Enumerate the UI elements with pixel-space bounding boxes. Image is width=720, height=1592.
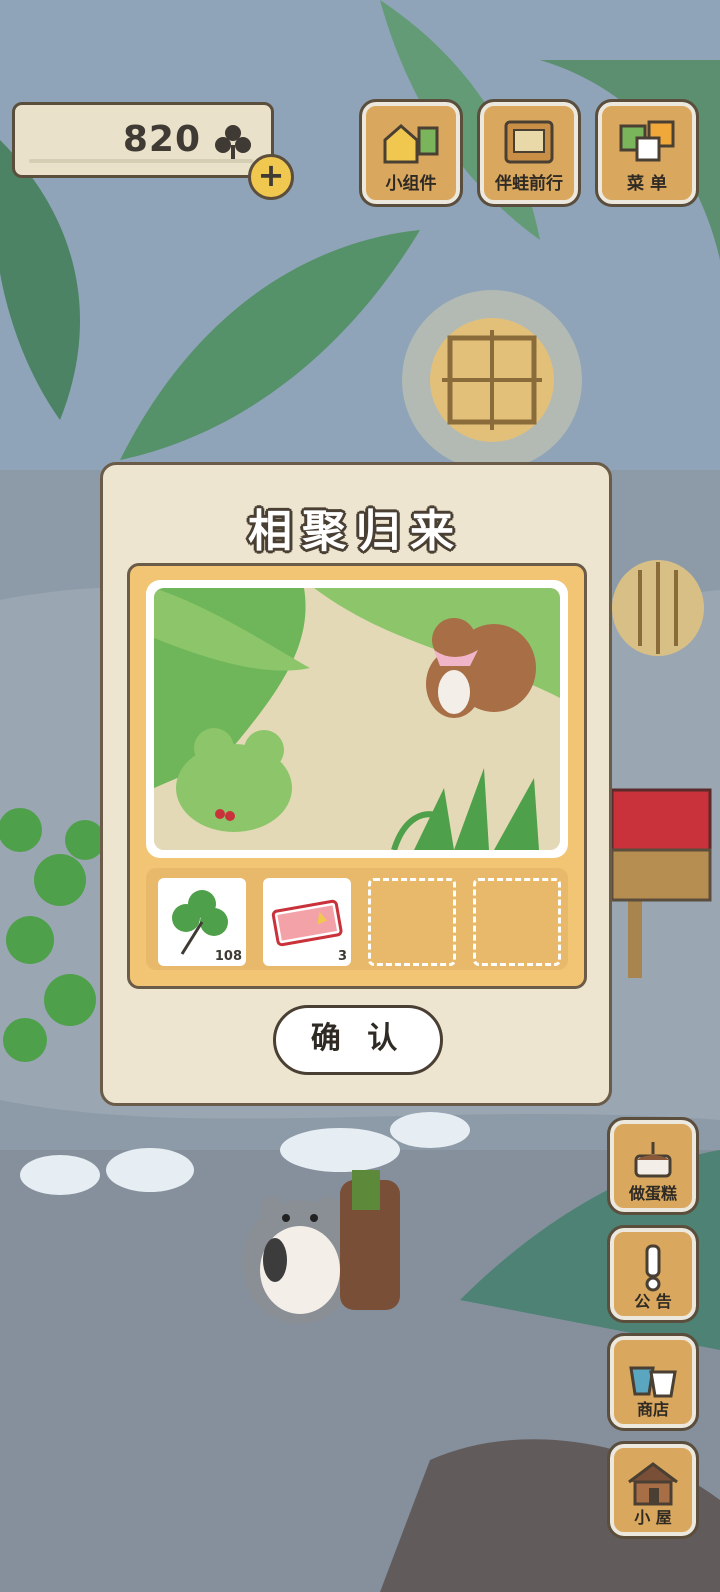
make-cake-button[interactable]: 做蛋糕 [607,1117,699,1215]
shop-label: 商店 [636,1400,669,1419]
house-button[interactable]: 小 屋 [607,1441,699,1539]
shop-button[interactable]: 商店 [607,1333,699,1431]
bags-icon [629,1366,677,1398]
clover-icon [215,125,251,161]
clover-count: 820 [122,119,201,160]
book-icon [504,120,554,164]
reward-slots: 108 3 [146,868,568,970]
companion-label: 伴蛙前行 [495,174,563,194]
cake-icon [634,1142,672,1178]
souvenir-photo [146,580,568,858]
reward-qty: 108 [214,949,242,964]
reward-slot-empty [368,878,456,966]
widget-label: 小组件 [385,174,437,194]
game-scene: 820 + 小组件 伴蛙前行 菜 单 做蛋糕 公 告 商店 小 屋 相聚归来 1… [0,0,720,1592]
menu-label: 菜 单 [627,174,667,194]
reward-slot-ticket: 3 [263,878,351,966]
reward-slot-empty [473,878,561,966]
add-clover-button[interactable]: + [248,154,294,200]
confirm-button[interactable]: 确 认 [273,1005,443,1075]
exclamation-icon [645,1244,661,1292]
widget-icon [383,124,439,164]
menu-cards-icon [619,120,675,162]
widget-button[interactable]: 小组件 [359,99,463,207]
dialog-title: 相聚归来 [248,506,464,557]
reward-slot-clover: 108 [158,878,246,966]
house-icon [628,1462,678,1506]
house-label: 小 屋 [634,1508,672,1527]
clover-bar [29,159,253,163]
menu-button[interactable]: 菜 单 [595,99,699,207]
souvenir-frame: 108 3 [127,563,587,989]
notice-label: 公 告 [634,1292,672,1311]
make-cake-label: 做蛋糕 [628,1184,677,1203]
reward-qty: 3 [337,949,347,964]
notice-button[interactable]: 公 告 [607,1225,699,1323]
photo-illustration [154,588,560,850]
plus-icon: + [257,156,285,194]
reunion-dialog: 相聚归来 108 3 确 认 [100,462,612,1106]
clover-counter: 820 [12,102,274,178]
companion-button[interactable]: 伴蛙前行 [477,99,581,207]
